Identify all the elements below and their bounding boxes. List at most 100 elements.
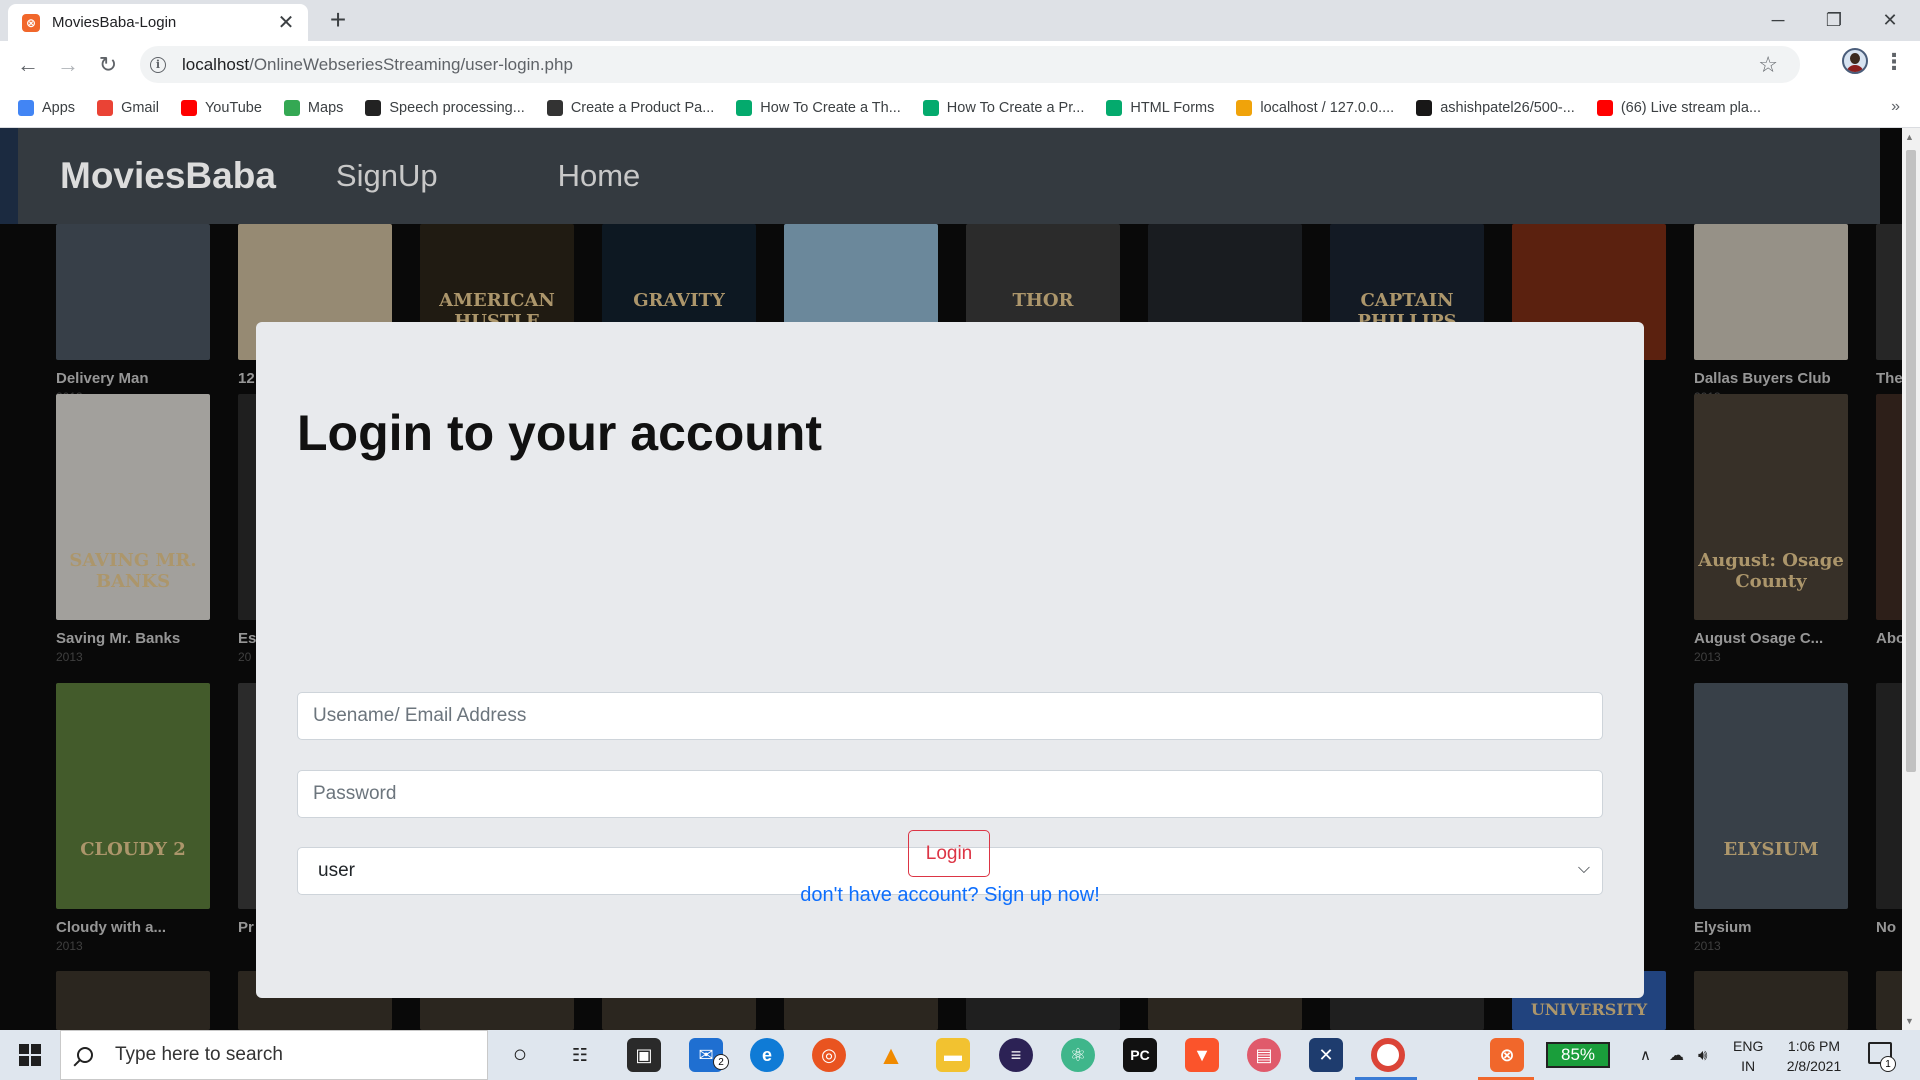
password-input[interactable]: Password	[297, 770, 1603, 818]
url-host: localhost	[182, 54, 250, 74]
reload-icon[interactable]: ↻	[92, 49, 124, 81]
url-path: /OnlineWebseriesStreaming/user-login.php	[249, 54, 573, 74]
nav-home-link[interactable]: Home	[558, 158, 641, 194]
bookmark-item[interactable]: HTML Forms	[1106, 99, 1215, 116]
bookmark-item[interactable]: How To Create a Pr...	[922, 99, 1084, 116]
github-icon	[1416, 99, 1433, 116]
bookmark-item[interactable]: Speech processing...	[365, 99, 525, 116]
region-code: IN	[1741, 1058, 1756, 1074]
role-selected-value: user	[318, 860, 355, 881]
taskbar-search-box[interactable]: Type here to search	[60, 1030, 488, 1080]
bookmark-item[interactable]: YouTube	[180, 99, 262, 116]
close-tab-icon[interactable]: ✕	[276, 10, 296, 35]
tray-chevron-icon[interactable]: ∧	[1640, 1030, 1651, 1080]
bookmark-star-icon[interactable]: ☆	[1758, 52, 1778, 78]
scroll-up-icon[interactable]: ▲	[1905, 132, 1914, 142]
w3schools-icon	[1106, 99, 1123, 116]
more-bookmarks-icon[interactable]: »	[1891, 98, 1900, 116]
page-scrollbar[interactable]: ▲ ▼	[1902, 128, 1920, 1030]
youtube-icon	[1596, 99, 1613, 116]
maps-icon	[283, 99, 300, 116]
login-heading: Login to your account	[297, 405, 822, 461]
nav-signup-link[interactable]: SignUp	[336, 158, 438, 194]
bookmark-label: HTML Forms	[1130, 99, 1215, 116]
cortana-icon[interactable]: ○	[503, 1038, 537, 1072]
task-view-icon[interactable]: ☷	[563, 1038, 597, 1072]
file-explorer-icon[interactable]: ▬	[936, 1038, 970, 1072]
login-button[interactable]: Login	[908, 830, 990, 877]
remote-desktop-icon[interactable]: ✕	[1309, 1038, 1343, 1072]
profile-avatar[interactable]	[1842, 48, 1868, 74]
browser-toolbar: ← → ↻ i localhost/OnlineWebseriesStreami…	[0, 41, 1920, 88]
gmail-icon	[97, 99, 114, 116]
bookmark-item[interactable]: ashishpatel26/500-...	[1416, 99, 1575, 116]
brave-icon[interactable]: ▼	[1185, 1038, 1219, 1072]
windows-logo-icon	[19, 1044, 41, 1066]
bookmark-label: Apps	[42, 99, 76, 116]
taskbar-search-placeholder: Type here to search	[115, 1044, 283, 1065]
username-input[interactable]: Usename/ Email Address	[297, 692, 1603, 740]
bookmark-label: (66) Live stream pla...	[1620, 99, 1762, 116]
apps-grid-icon	[18, 99, 34, 116]
scroll-down-icon[interactable]: ▼	[1905, 1016, 1914, 1026]
forward-icon[interactable]: →	[52, 49, 84, 81]
bookmark-label: YouTube	[204, 99, 262, 116]
tab-title: MoviesBaba-Login	[52, 14, 177, 31]
site-info-icon[interactable]: i	[150, 56, 166, 73]
username-placeholder: Usename/ Email Address	[313, 705, 527, 726]
start-button[interactable]	[0, 1030, 60, 1080]
restore-button[interactable]: ❐	[1806, 0, 1862, 41]
edge-icon[interactable]: e	[750, 1038, 784, 1072]
password-placeholder: Password	[313, 783, 397, 804]
eclipse-icon[interactable]: ≡	[999, 1038, 1033, 1072]
brand-logo[interactable]: MoviesBaba	[60, 155, 276, 197]
clock-time: 1:06 PM	[1787, 1038, 1841, 1054]
chrome-icon[interactable]	[1371, 1038, 1405, 1072]
page-edge	[0, 128, 18, 224]
minimize-button[interactable]: ─	[1750, 0, 1806, 41]
new-tab-button[interactable]: +	[324, 6, 352, 34]
menu-kebab-icon[interactable]: ⋮	[1882, 49, 1906, 75]
onedrive-icon[interactable]: ☁	[1669, 1030, 1684, 1080]
notification-count: 1	[1880, 1056, 1896, 1072]
pycharm-icon[interactable]: PC	[1123, 1038, 1157, 1072]
bookmark-label: How To Create a Th...	[760, 99, 901, 116]
ubuntu-icon[interactable]: ◎	[812, 1038, 846, 1072]
bookmark-item[interactable]: (66) Live stream pla...	[1596, 99, 1762, 116]
language-code: ENG	[1733, 1038, 1764, 1054]
bookmark-item[interactable]: Maps	[283, 99, 343, 116]
store-icon[interactable]: ▣	[627, 1038, 661, 1072]
volume-icon[interactable]: 🔊︎	[1698, 1030, 1707, 1080]
signup-link[interactable]: don't have account? Sign up now!	[256, 884, 1644, 907]
url-text: localhost/OnlineWebseriesStreaming/user-…	[182, 55, 573, 75]
w3schools-icon	[736, 99, 753, 116]
login-card: Login to your account Usename/ Email Add…	[256, 322, 1644, 998]
back-icon[interactable]: ←	[12, 49, 44, 81]
w3schools-icon	[922, 99, 939, 116]
battery-indicator[interactable]: 85%	[1546, 1042, 1610, 1068]
tab-active[interactable]: ⊗ MoviesBaba-Login ✕	[8, 4, 308, 41]
bookmark-label: localhost / 127.0.0....	[1260, 99, 1395, 116]
vlc-icon[interactable]: ▲	[874, 1038, 908, 1072]
bookmark-item[interactable]: Gmail	[97, 99, 159, 116]
site-navbar: MoviesBaba SignUp Home	[18, 128, 1880, 224]
bookmark-item[interactable]: How To Create a Th...	[736, 99, 901, 116]
bookmark-item[interactable]: Create a Product Pa...	[546, 99, 714, 116]
system-clock[interactable]: 1:06 PM 2/8/2021	[1774, 1036, 1854, 1076]
xampp-favicon-icon: ⊗	[22, 13, 40, 32]
xampp-icon[interactable]: ⊗	[1490, 1038, 1524, 1072]
redis-icon[interactable]: ▤	[1247, 1038, 1281, 1072]
site-icon	[546, 99, 563, 116]
bookmark-label: Gmail	[121, 99, 159, 116]
close-window-button[interactable]: ✕	[1862, 0, 1918, 41]
bookmark-label: Speech processing...	[389, 99, 525, 116]
bookmarks-bar: Apps Gmail YouTube Maps Speech processing...…	[0, 88, 1920, 128]
bookmark-item[interactable]: localhost / 127.0.0....	[1236, 99, 1395, 116]
atom-icon[interactable]: ⚛	[1061, 1038, 1095, 1072]
language-indicator[interactable]: ENG IN	[1733, 1036, 1763, 1076]
scroll-thumb[interactable]	[1906, 150, 1916, 772]
mail-badge: 2	[713, 1054, 729, 1070]
youtube-icon	[180, 99, 197, 116]
address-bar[interactable]: i localhost/OnlineWebseriesStreaming/use…	[140, 46, 1800, 83]
bookmark-item[interactable]: Apps	[18, 99, 76, 116]
